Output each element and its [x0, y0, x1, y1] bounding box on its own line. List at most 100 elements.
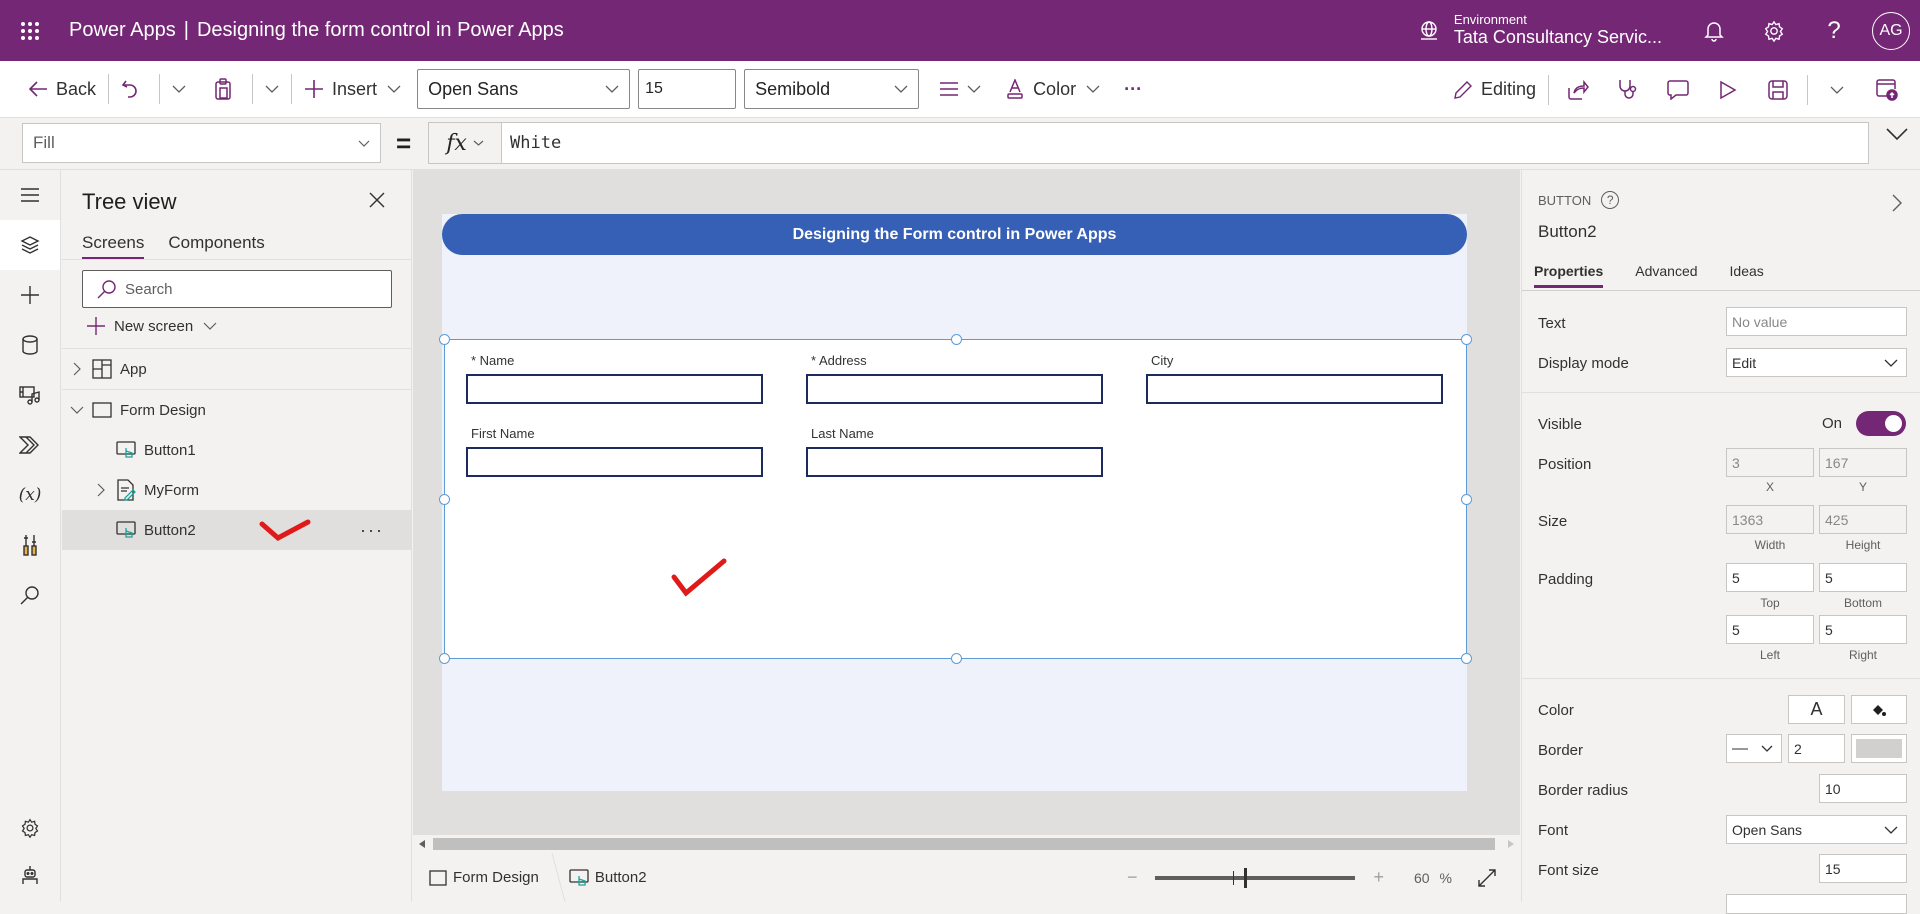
new-screen-button[interactable]: New screen — [86, 316, 217, 336]
resize-handle[interactable] — [1461, 334, 1472, 345]
help-button[interactable]: ? — [1804, 0, 1864, 61]
editing-mode-button[interactable]: Editing — [1445, 70, 1544, 110]
resize-handle[interactable] — [439, 653, 450, 664]
zoom-in-button[interactable]: + — [1373, 867, 1384, 888]
rail-media[interactable] — [0, 370, 60, 420]
more-commands-button[interactable]: ··· — [1116, 69, 1150, 109]
zoom-slider-thumb[interactable] — [1244, 867, 1248, 888]
resize-handle[interactable] — [439, 334, 450, 345]
control-name[interactable]: Button2 — [1538, 222, 1597, 242]
rail-power-automate[interactable] — [0, 420, 60, 470]
scroll-right-arrow-icon[interactable] — [1508, 840, 1514, 848]
tree-node-button2[interactable]: Button2 ··· — [62, 510, 412, 550]
app-checker-button[interactable] — [1603, 70, 1653, 110]
tree-node-myform[interactable]: MyForm — [62, 470, 412, 510]
scroll-left-arrow-icon[interactable] — [419, 840, 425, 848]
undo-button[interactable] — [113, 69, 155, 109]
last-name-input[interactable] — [806, 447, 1103, 477]
fit-to-window-button[interactable] — [1478, 868, 1496, 887]
font-family-select[interactable]: Open Sans — [417, 69, 631, 109]
close-tree-view-button[interactable] — [369, 192, 385, 208]
padding-left-input[interactable]: 5 — [1726, 615, 1814, 644]
border-radius-input[interactable]: 10 — [1819, 774, 1907, 803]
tree-node-form-design[interactable]: Form Design — [62, 390, 412, 430]
border-color-button[interactable] — [1851, 734, 1907, 763]
text-input[interactable]: No value — [1726, 307, 1907, 336]
tab-screens[interactable]: Screens — [82, 233, 145, 259]
text-color-button[interactable]: A — [1788, 695, 1845, 724]
myform-selected[interactable]: * Name * Address City First Name Last Na… — [439, 334, 1472, 664]
formula-input[interactable]: White — [502, 122, 1869, 164]
position-x-input[interactable]: 3 — [1726, 448, 1814, 477]
environment-picker[interactable]: Environment Tata Consultancy Servic... — [1418, 13, 1662, 47]
collapse-panel-button[interactable] — [1892, 194, 1902, 212]
tree-node-app[interactable]: App — [62, 349, 412, 389]
chevron-right-icon[interactable] — [94, 483, 108, 497]
rail-variables[interactable]: (x) — [0, 470, 60, 520]
node-more-options-button[interactable]: ··· — [360, 520, 384, 541]
breadcrumb-control[interactable]: Button2 — [569, 868, 647, 888]
tree-search-input[interactable]: Search — [82, 270, 392, 308]
property-select[interactable]: Fill — [22, 123, 381, 163]
name-input[interactable] — [466, 374, 763, 404]
back-button[interactable]: Back — [20, 69, 104, 109]
tab-properties[interactable]: Properties — [1534, 263, 1604, 288]
font-select[interactable]: Open Sans — [1726, 815, 1907, 844]
tab-ideas[interactable]: Ideas — [1730, 263, 1764, 288]
padding-bottom-input[interactable]: 5 — [1819, 563, 1907, 592]
font-weight-select[interactable] — [1726, 894, 1907, 914]
city-input[interactable] — [1146, 374, 1443, 404]
app-launcher-button[interactable] — [0, 0, 60, 61]
settings-button[interactable] — [1744, 0, 1804, 61]
fill-color-button[interactable] — [1851, 695, 1907, 724]
size-width-input[interactable]: 1363 — [1726, 505, 1814, 534]
display-mode-select[interactable]: Edit — [1726, 348, 1907, 377]
text-align-button[interactable] — [931, 69, 997, 109]
paste-dropdown[interactable] — [257, 85, 287, 93]
breadcrumb-screen[interactable]: Form Design — [429, 869, 539, 886]
resize-handle[interactable] — [1461, 494, 1472, 505]
visible-toggle[interactable] — [1856, 411, 1906, 436]
user-avatar[interactable]: AG — [1872, 11, 1910, 50]
rail-search[interactable] — [0, 570, 60, 620]
app-screen[interactable]: Designing the Form control in Power Apps… — [439, 214, 1472, 791]
padding-right-input[interactable]: 5 — [1819, 615, 1907, 644]
undo-dropdown[interactable] — [164, 85, 194, 93]
font-size-input[interactable]: 15 — [1819, 854, 1907, 883]
rail-menu-button[interactable] — [0, 170, 60, 220]
resize-handle[interactable] — [439, 494, 450, 505]
resize-handle[interactable] — [951, 334, 962, 345]
help-icon[interactable]: ? — [1601, 191, 1620, 209]
tree-node-button1[interactable]: Button1 — [62, 430, 412, 470]
expand-formula-button[interactable] — [1886, 128, 1908, 140]
zoom-slider[interactable] — [1155, 867, 1356, 888]
insert-button[interactable]: Insert — [296, 69, 409, 109]
tab-components[interactable]: Components — [168, 233, 264, 259]
color-button[interactable]: Color — [997, 69, 1116, 109]
padding-top-input[interactable]: 5 — [1726, 563, 1814, 592]
publish-button[interactable] — [1862, 70, 1912, 110]
size-height-input[interactable]: 425 — [1819, 505, 1907, 534]
save-dropdown[interactable] — [1812, 70, 1862, 110]
rail-advanced-tools[interactable] — [0, 520, 60, 570]
horizontal-scrollbar[interactable] — [413, 835, 1520, 853]
address-input[interactable] — [806, 374, 1103, 404]
preview-play-button[interactable] — [1703, 70, 1753, 110]
title-button[interactable]: Designing the Form control in Power Apps — [442, 214, 1467, 255]
save-button[interactable] — [1753, 70, 1803, 110]
rail-data[interactable] — [0, 320, 60, 370]
comments-button[interactable] — [1653, 70, 1703, 110]
paste-button[interactable] — [206, 69, 248, 109]
resize-handle[interactable] — [1461, 653, 1472, 664]
rail-copilot[interactable] — [0, 850, 60, 900]
function-picker-button[interactable]: fx — [428, 122, 502, 164]
font-weight-select[interactable]: Semibold — [744, 69, 920, 109]
border-width-input[interactable]: 2 — [1788, 734, 1845, 763]
rail-settings[interactable] — [0, 803, 60, 853]
position-y-input[interactable]: 167 — [1819, 448, 1907, 477]
rail-tree-view[interactable] — [0, 220, 60, 270]
chevron-right-icon[interactable] — [70, 362, 84, 376]
tab-advanced[interactable]: Advanced — [1635, 263, 1697, 288]
share-button[interactable] — [1553, 70, 1603, 110]
zoom-out-button[interactable]: − — [1127, 867, 1138, 888]
